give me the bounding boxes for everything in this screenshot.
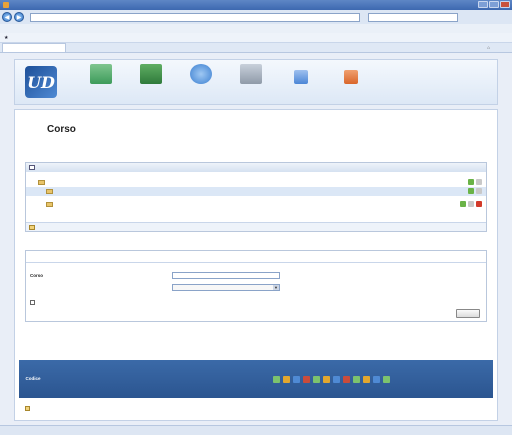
filter-checkbox-row[interactable] — [30, 300, 37, 306]
categories-header[interactable] — [26, 163, 486, 172]
row-actions — [460, 201, 482, 207]
edit-icon[interactable] — [468, 188, 474, 194]
table-action-icon[interactable] — [343, 375, 350, 383]
tab-bar — [0, 43, 512, 53]
favorites-bar: ★ — [0, 33, 512, 43]
minimize-button[interactable] — [478, 1, 488, 8]
favorites-icon[interactable]: ★ — [4, 33, 8, 42]
search-field[interactable] — [368, 12, 458, 22]
window-controls — [478, 1, 510, 8]
row-actions — [468, 179, 482, 185]
command-bar: ⌂ — [487, 43, 508, 53]
status-bar — [0, 425, 512, 435]
categories-panel — [25, 162, 487, 232]
network-icon — [90, 64, 112, 84]
table-action-icon[interactable] — [293, 375, 300, 383]
checkbox[interactable] — [30, 300, 35, 306]
filter-panel: Corso ▼ — [25, 250, 487, 322]
nav-item-5[interactable] — [283, 64, 319, 86]
nav-item-1[interactable] — [83, 64, 119, 86]
exit-icon — [344, 70, 358, 84]
nav-item-6[interactable] — [333, 64, 369, 86]
filter-select[interactable]: ▼ — [172, 284, 280, 291]
monitor-icon — [140, 64, 162, 84]
menu-bar[interactable] — [0, 24, 512, 33]
site-header: UD — [14, 59, 498, 105]
main-content: Corso Corso ▼ Codice — [14, 109, 498, 421]
folder-icon — [46, 189, 53, 194]
table-action-icon[interactable] — [323, 375, 330, 383]
chevron-down-icon: ▼ — [273, 285, 279, 290]
disabled-icon — [476, 188, 482, 194]
row-actions — [468, 188, 482, 194]
table-action-icon[interactable] — [383, 375, 390, 383]
add-icon — [25, 406, 30, 412]
table-action-icon[interactable] — [353, 375, 360, 383]
page-title: Corso — [47, 124, 76, 135]
disabled-icon — [468, 201, 474, 207]
edit-icon[interactable] — [460, 201, 466, 207]
maximize-button[interactable] — [489, 1, 499, 8]
close-button[interactable] — [500, 1, 510, 8]
divider — [26, 262, 486, 263]
url-field[interactable] — [30, 12, 360, 22]
add-folder-icon — [29, 225, 35, 230]
edit-icon[interactable] — [468, 179, 474, 185]
browser-icon — [3, 2, 9, 8]
browser-tab[interactable] — [2, 43, 66, 52]
action-icons — [273, 375, 390, 383]
collapse-icon[interactable] — [29, 165, 35, 170]
user-icon — [294, 70, 308, 84]
search-button[interactable] — [456, 309, 480, 318]
table-action-icon[interactable] — [333, 375, 340, 383]
add-category-row[interactable] — [26, 222, 486, 231]
delete-icon[interactable] — [476, 201, 482, 207]
site-logo[interactable]: UD — [25, 66, 57, 98]
category-row[interactable] — [26, 200, 486, 209]
disabled-icon — [476, 179, 482, 185]
nav-item-2[interactable] — [133, 64, 169, 86]
new-course-link[interactable] — [25, 406, 32, 412]
main-nav — [83, 64, 369, 86]
browser-window: ◀ ▶ ★ ⌂ UD Corso Corso ▼ Codice — [0, 0, 512, 435]
category-row[interactable] — [26, 178, 486, 187]
table-action-icon[interactable] — [363, 375, 370, 383]
nav-item-4[interactable] — [233, 64, 269, 86]
folder-icon — [38, 180, 45, 185]
table-header: Codice — [19, 360, 493, 398]
category-row[interactable] — [26, 187, 486, 196]
title-bar — [0, 0, 512, 10]
table-action-icon[interactable] — [283, 375, 290, 383]
folder-icon — [46, 202, 53, 207]
column-header[interactable]: Codice — [19, 376, 47, 382]
table-action-icon[interactable] — [303, 375, 310, 383]
globe-icon — [190, 64, 212, 84]
screen-icon — [240, 64, 262, 84]
table-action-icon[interactable] — [373, 375, 380, 383]
address-bar: ◀ ▶ — [0, 10, 512, 24]
home-icon[interactable]: ⌂ — [487, 43, 490, 53]
nav-item-3[interactable] — [183, 64, 219, 86]
forward-button[interactable]: ▶ — [14, 12, 24, 22]
table-action-icon[interactable] — [273, 375, 280, 383]
web-page: UD Corso Corso ▼ Codice — [0, 53, 512, 425]
course-label: Corso — [30, 273, 44, 278]
course-input[interactable] — [172, 272, 280, 279]
table-action-icon[interactable] — [313, 375, 320, 383]
back-button[interactable]: ◀ — [2, 12, 12, 22]
